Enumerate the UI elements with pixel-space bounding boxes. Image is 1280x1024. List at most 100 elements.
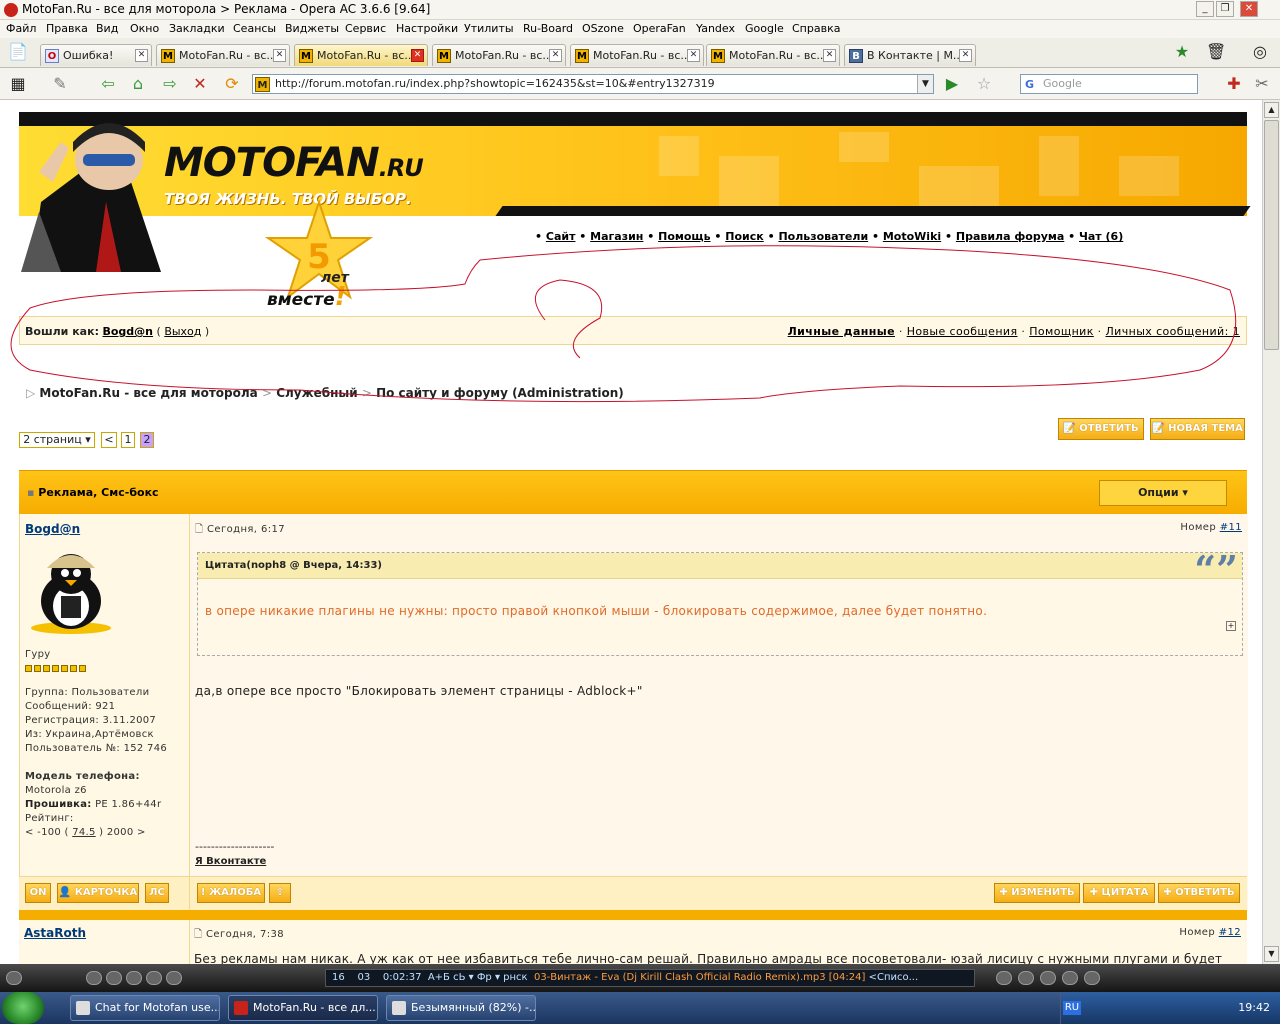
taskbar: Chat for Motofan use... MotoFan.Ru - все… <box>0 992 1280 1024</box>
edit-post-button[interactable]: ✚ ИЗМЕНИТЬ <box>994 883 1080 903</box>
site-logo[interactable]: MOTOFAN.RU <box>164 140 424 186</box>
reload-icon[interactable]: ⟳ <box>222 74 242 94</box>
post-number-link[interactable]: #11 <box>1220 522 1242 533</box>
trash-icon[interactable]: 🗑 <box>1206 42 1226 62</box>
private-message-button[interactable]: ЛС <box>145 883 169 903</box>
menu-file[interactable]: Файл <box>6 22 36 35</box>
address-toolbar: ▦ ✎ ⇦ ⌂ ⇨ ✕ ⟳ M http://forum.motofan.ru/… <box>0 68 1280 100</box>
scroll-up-button[interactable]: ⇧ <box>269 883 291 903</box>
minimize-button[interactable]: _ <box>1196 1 1214 17</box>
menu-utilities[interactable]: Утилиты <box>464 22 514 35</box>
prev-page-button[interactable]: < <box>101 432 117 448</box>
post-body: 🗋 Сегодня, 6:17 Номер #11 Цитата(noph8 @… <box>191 514 1248 910</box>
menu-google[interactable]: Google <box>745 22 784 35</box>
tools-icon[interactable]: ✂ <box>1252 74 1272 94</box>
menu-sessions[interactable]: Сеансы <box>233 22 276 35</box>
tab-vkontakte[interactable]: B В Контакте | М... ✕ <box>844 44 976 66</box>
close-button[interactable]: ✕ <box>1240 1 1258 17</box>
home-icon[interactable]: ⌂ <box>128 74 148 94</box>
tab-close-icon[interactable]: ✕ <box>549 49 562 62</box>
back-icon[interactable]: ⇦ <box>98 74 118 94</box>
menu-help[interactable]: Справка <box>792 22 840 35</box>
scroll-down-icon[interactable]: ▼ <box>1264 946 1279 962</box>
start-button[interactable] <box>2 992 44 1024</box>
menu-window[interactable]: Окно <box>130 22 159 35</box>
menu-service[interactable]: Сервис <box>345 22 386 35</box>
menu-view[interactable]: Вид <box>96 22 118 35</box>
title-bar: MotoFan.Ru - все для моторола > Реклама … <box>0 0 1280 20</box>
player-play-icon[interactable] <box>1040 971 1056 985</box>
add-bookmark-icon[interactable]: ★ <box>1172 42 1192 62</box>
player-next-icon[interactable] <box>1062 971 1078 985</box>
vertical-scrollbar[interactable]: ▲ ▼ <box>1262 100 1280 964</box>
complaint-button[interactable]: ! ЖАЛОБА <box>197 883 265 903</box>
reply-post-button[interactable]: ✚ ОТВЕТИТЬ <box>1158 883 1240 903</box>
menu-oszone[interactable]: OSzone <box>582 22 624 35</box>
next-track-icon[interactable] <box>166 971 182 985</box>
post-author[interactable]: Bogd@n <box>25 522 80 536</box>
online-status-button[interactable]: ON <box>25 883 51 903</box>
tab-motofan[interactable]: M MotoFan.Ru - вс... ✕ <box>570 44 704 66</box>
tab-motofan[interactable]: M MotoFan.Ru - вс... ✕ <box>706 44 840 66</box>
new-page-icon[interactable]: 📄 <box>8 42 28 62</box>
history-dropdown-icon[interactable]: ▼ <box>917 75 933 93</box>
stop-icon[interactable]: ✕ <box>190 74 210 94</box>
tab-close-icon[interactable]: ✕ <box>135 49 148 62</box>
tab-close-icon[interactable]: ✕ <box>687 49 700 62</box>
pause-icon[interactable] <box>126 971 142 985</box>
page-link[interactable]: 1 <box>121 432 135 448</box>
topic-options-button[interactable]: Опции ▾ <box>1099 480 1227 506</box>
post-author[interactable]: AstaRoth <box>24 926 86 940</box>
profile-card-button[interactable]: 👤 КАРТОЧКА <box>57 883 139 903</box>
player-prev-icon[interactable] <box>996 971 1012 985</box>
bookmark-star-icon[interactable]: ☆ <box>974 74 994 94</box>
tab-motofan[interactable]: M MotoFan.Ru - вс... ✕ <box>432 44 566 66</box>
task-chat[interactable]: Chat for Motofan use... <box>70 995 220 1021</box>
menu-ruboard[interactable]: Ru-Board <box>523 22 573 35</box>
play-icon[interactable] <box>106 971 122 985</box>
phone-label: Модель телефона: <box>25 771 140 782</box>
tab-close-icon[interactable]: ✕ <box>959 49 972 62</box>
task-paint[interactable]: Безымянный (82%) -... <box>386 995 536 1021</box>
rating-value[interactable]: 74.5 <box>72 827 95 838</box>
quote-block: Цитата(noph8 @ Вчера, 14:33) “” в опере … <box>197 547 1243 656</box>
go-icon[interactable]: ▶ <box>942 74 962 94</box>
panels-icon[interactable]: ▦ <box>8 74 28 94</box>
tab-close-icon[interactable]: ✕ <box>411 49 424 62</box>
pages-dropdown[interactable]: 2 страниц ▾ <box>19 432 95 448</box>
tab-close-icon[interactable]: ✕ <box>823 49 836 62</box>
address-field[interactable]: M http://forum.motofan.ru/index.php?show… <box>252 74 934 94</box>
opera-menu-icon[interactable]: ◎ <box>1250 42 1270 62</box>
tab-close-icon[interactable]: ✕ <box>273 49 286 62</box>
post-number-link[interactable]: #12 <box>1219 927 1241 938</box>
scroll-up-icon[interactable]: ▲ <box>1264 102 1279 118</box>
menu-yandex[interactable]: Yandex <box>696 22 735 35</box>
menu-edit[interactable]: Правка <box>46 22 88 35</box>
maximize-button[interactable]: ❐ <box>1216 1 1234 17</box>
menu-operafan[interactable]: OperaFan <box>633 22 686 35</box>
signature-link[interactable]: Я Вконтакте <box>195 856 266 867</box>
player-stop-icon[interactable] <box>1018 971 1034 985</box>
edit-icon[interactable]: ✎ <box>50 74 70 94</box>
quote-button[interactable]: ✚ ЦИТАТА <box>1083 883 1155 903</box>
language-indicator[interactable]: RU <box>1063 1001 1081 1015</box>
clock[interactable]: 19:42 <box>1238 1001 1270 1014</box>
tab-motofan[interactable]: M MotoFan.Ru - вс... ✕ <box>156 44 290 66</box>
task-opera[interactable]: MotoFan.Ru - все дл... <box>228 995 378 1021</box>
tab-motofan-active[interactable]: M MotoFan.Ru - вс... ✕ <box>294 44 428 66</box>
player-menu-icon[interactable] <box>6 971 22 985</box>
tab-error[interactable]: О Ошибка! ✕ <box>40 44 152 66</box>
pin-icon[interactable]: ✚ <box>1224 74 1244 94</box>
scroll-thumb[interactable] <box>1264 120 1279 350</box>
menu-widgets[interactable]: Виджеты <box>285 22 339 35</box>
reply-button[interactable]: 📝 ОТВЕТИТЬ <box>1058 418 1144 440</box>
player-eject-icon[interactable] <box>1084 971 1100 985</box>
menu-bookmarks[interactable]: Закладки <box>169 22 225 35</box>
prev-track-icon[interactable] <box>86 971 102 985</box>
new-topic-button[interactable]: 📝 НОВАЯ ТЕМА <box>1150 418 1245 440</box>
expand-quote-icon[interactable]: + <box>1226 621 1236 631</box>
search-input[interactable]: G Google <box>1020 74 1198 94</box>
forward-icon[interactable]: ⇨ <box>160 74 180 94</box>
menu-settings[interactable]: Настройки <box>396 22 458 35</box>
stop-icon[interactable] <box>146 971 162 985</box>
